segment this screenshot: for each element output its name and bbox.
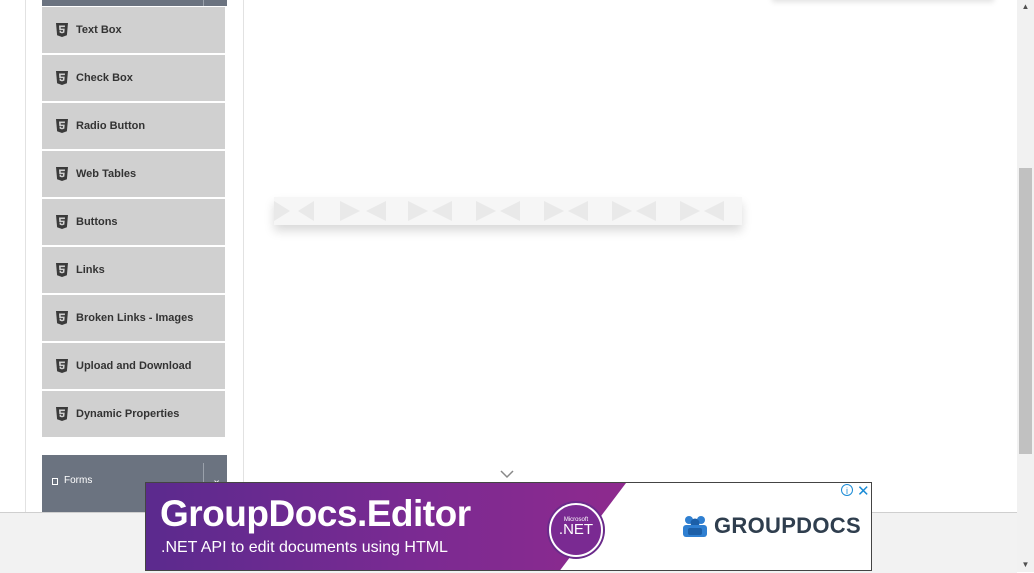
- placeholder-pattern: [274, 201, 724, 221]
- sidebar-item-label: Dynamic Properties: [76, 408, 180, 420]
- sidebar-item-buttons[interactable]: Buttons: [42, 199, 225, 247]
- file-icon: [52, 478, 58, 485]
- dotnet-badge: Microsoft .NET: [549, 503, 603, 557]
- elements-menu-list: Text Box Check Box Radio Button Web Tabl…: [42, 7, 225, 439]
- groupdocs-people-icon: [683, 516, 707, 537]
- sidebar-item-label: Text Box: [76, 24, 122, 36]
- sidebar-item-dynamic-properties[interactable]: Dynamic Properties: [42, 391, 225, 439]
- loading-placeholder: [274, 197, 742, 225]
- sidebar-item-web-tables[interactable]: Web Tables: [42, 151, 225, 199]
- sidebar-item-radio-button[interactable]: Radio Button: [42, 103, 225, 151]
- close-icon[interactable]: ✕: [857, 483, 870, 500]
- groupdocs-brand: GROUPDOCS: [714, 513, 861, 538]
- sidebar-item-label: Check Box: [76, 72, 133, 84]
- sidebar-item-label: Links: [76, 264, 105, 276]
- html5-icon: [56, 215, 68, 229]
- sidebar-item-label: Upload and Download: [76, 360, 192, 372]
- sidebar-item-label: Radio Button: [76, 120, 146, 132]
- html5-icon: [56, 71, 68, 85]
- html5-icon: [56, 263, 68, 277]
- forms-group-label: Forms: [64, 475, 93, 486]
- sidebar-item-label: Broken Links - Images: [76, 312, 194, 324]
- sidebar-item-broken-links-images[interactable]: Broken Links - Images: [42, 295, 225, 343]
- html5-icon: [56, 167, 68, 181]
- dotnet-badge-label: .NET: [558, 521, 594, 538]
- html5-icon: [56, 23, 68, 37]
- ad-title: GroupDocs.Editor: [160, 493, 471, 534]
- scrollbar-thumb[interactable]: [1019, 168, 1032, 454]
- html5-icon: [56, 407, 68, 421]
- sidebar-item-links[interactable]: Links: [42, 247, 225, 295]
- html5-icon: [56, 311, 68, 325]
- html5-icon: [56, 119, 68, 133]
- ad-subtitle: .NET API to edit documents using HTML: [161, 539, 448, 556]
- sidebar-item-text-box[interactable]: Text Box: [42, 7, 225, 55]
- info-icon[interactable]: i: [841, 484, 853, 496]
- html5-icon: [56, 359, 68, 373]
- scroll-up-arrow-icon[interactable]: ▲: [1017, 0, 1034, 14]
- sidebar-item-upload-and-download[interactable]: Upload and Download: [42, 343, 225, 391]
- group-header-divider: [203, 0, 204, 6]
- elements-group-header[interactable]: [42, 0, 227, 6]
- chevron-down-icon[interactable]: [500, 466, 514, 479]
- vertical-scrollbar[interactable]: ▲ ▼: [1017, 0, 1034, 572]
- sidebar-item-label: Web Tables: [76, 168, 137, 180]
- ad-banner[interactable]: GroupDocs.Editor .NET API to edit docume…: [145, 482, 872, 571]
- sidebar-item-label: Buttons: [76, 216, 118, 228]
- groupdocs-logo: GROUPDOCS: [682, 513, 861, 539]
- sidebar-item-check-box[interactable]: Check Box: [42, 55, 225, 103]
- scroll-down-arrow-icon[interactable]: ▼: [1017, 558, 1034, 572]
